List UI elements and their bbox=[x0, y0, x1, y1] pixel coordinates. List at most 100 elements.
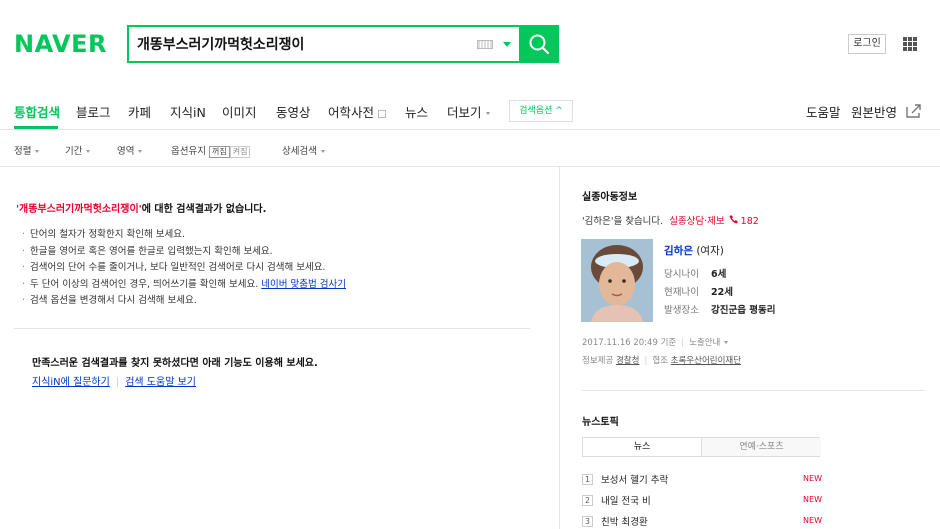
toggle-on-button[interactable]: 켜짐 bbox=[229, 145, 251, 158]
filter-detail[interactable]: 상세검색 bbox=[282, 143, 325, 157]
filter-area[interactable]: 영역 bbox=[117, 143, 143, 157]
tab-dictionary-label: 어학사전 bbox=[328, 105, 375, 120]
separator: | bbox=[681, 338, 685, 348]
autocomplete-toggle-icon[interactable] bbox=[503, 42, 511, 47]
phone-number[interactable]: 182 bbox=[741, 216, 759, 227]
tab-more-label: 더보기 bbox=[447, 105, 482, 120]
separator: | bbox=[644, 356, 648, 366]
search-tab-nav: 통합검색 블로그 카페 지식iN 이미지 동영상 어학사전 뉴스 더보기 검색옵… bbox=[0, 92, 940, 130]
column-divider bbox=[559, 167, 560, 529]
filter-period[interactable]: 기간 bbox=[65, 143, 91, 157]
tab-integrated[interactable]: 통합검색 bbox=[14, 102, 60, 121]
tab-image[interactable]: 이미지 bbox=[222, 102, 257, 121]
tip-item: 한글을 영어로 혹은 영어를 한글로 입력했는지 확인해 보세요. bbox=[22, 244, 346, 261]
exposure-info-link[interactable]: 노출안내 bbox=[689, 338, 720, 348]
active-tab-indicator bbox=[14, 126, 58, 129]
keyboard-icon[interactable] bbox=[477, 40, 493, 49]
tab-video[interactable]: 동영상 bbox=[276, 102, 311, 121]
news-topic-item[interactable]: 2 내일 전국 비 NEW bbox=[582, 493, 822, 509]
tab-dictionary[interactable]: 어학사전 bbox=[328, 102, 387, 121]
naver-logo[interactable]: NAVER bbox=[14, 30, 107, 58]
rank-number: 3 bbox=[582, 515, 593, 527]
child-photo[interactable] bbox=[581, 239, 653, 322]
new-badge: NEW bbox=[803, 474, 822, 483]
original-link[interactable]: 원본반영 bbox=[851, 102, 897, 121]
coop-link[interactable]: 초록우산어린이재단 bbox=[671, 356, 741, 366]
provider-link[interactable]: 경찰청 bbox=[616, 356, 639, 366]
tab-cafe[interactable]: 카페 bbox=[128, 102, 151, 121]
child-name-link[interactable]: 김하은 bbox=[664, 245, 693, 257]
news-tabs: 뉴스 연예·스포츠 bbox=[582, 437, 821, 457]
search-box bbox=[127, 25, 559, 63]
tip-item: 검색 옵션을 변경해서 다시 검색해 보세요. bbox=[22, 293, 346, 310]
chevron-down-icon bbox=[35, 150, 40, 153]
info-key: 당시나이 bbox=[664, 269, 699, 280]
info-row: 발생장소 강진군읍 평동리 bbox=[664, 302, 776, 316]
help-link[interactable]: 도움말 bbox=[806, 102, 841, 121]
apps-grid-icon[interactable] bbox=[903, 37, 917, 51]
info-value: 6세 bbox=[711, 269, 727, 280]
search-input[interactable] bbox=[137, 34, 467, 54]
keep-option: 옵션유지 꺼짐 켜짐 bbox=[171, 143, 251, 158]
tab-entertainment-sports[interactable]: 연예·스포츠 bbox=[702, 438, 821, 456]
dictionary-box-icon bbox=[378, 109, 387, 118]
filter-sort-label: 정렬 bbox=[14, 146, 32, 157]
tab-blog[interactable]: 블로그 bbox=[76, 102, 111, 121]
info-date-line: 2017.11.16 20:49 기준 | 노출안내 bbox=[582, 336, 729, 348]
filter-detail-label: 상세검색 bbox=[282, 146, 317, 157]
coop-label: 협조 bbox=[652, 356, 668, 366]
tips-list: 단어의 철자가 정확한지 확인해 보세요. 한글을 영어로 혹은 영어를 한글로… bbox=[22, 227, 346, 310]
no-result-suffix: 에 대한 검색결과가 없습니다. bbox=[141, 204, 267, 215]
rank-number: 2 bbox=[582, 494, 593, 506]
info-source-line: 정보제공 경찰청 | 협조 초록우산어린이재단 bbox=[582, 354, 741, 366]
search-button[interactable] bbox=[519, 25, 559, 63]
divider bbox=[582, 390, 925, 391]
filter-period-label: 기간 bbox=[65, 146, 83, 157]
search-option-button[interactable]: 검색옵션 ^ bbox=[509, 100, 573, 122]
tab-more[interactable]: 더보기 bbox=[447, 102, 490, 121]
missing-child-title: 실종아동정보 bbox=[582, 192, 638, 203]
no-result-message: '개똥부스러기까먹헛소리쟁이'에 대한 검색결과가 없습니다. bbox=[16, 200, 266, 215]
filter-area-label: 영역 bbox=[117, 146, 135, 157]
toggle-off-button[interactable]: 꺼짐 bbox=[209, 145, 230, 158]
chevron-down-icon bbox=[485, 112, 490, 115]
info-key: 발생장소 bbox=[664, 305, 699, 316]
tab-kin[interactable]: 지식iN bbox=[170, 102, 206, 121]
search-help-link[interactable]: 검색 도움말 보기 bbox=[125, 377, 196, 388]
child-gender: (여자) bbox=[696, 245, 724, 257]
query-text: '개똥부스러기까먹헛소리쟁이' bbox=[16, 204, 142, 215]
news-topic-item[interactable]: 1 보성서 헬기 추락 NEW bbox=[582, 472, 822, 488]
new-badge: NEW bbox=[803, 495, 822, 504]
phone-icon bbox=[729, 215, 738, 224]
news-topic-item[interactable]: 3 친박 최경환 NEW bbox=[582, 514, 822, 529]
missing-child-subtitle: '김하은'을 찾습니다. 실종상담·제보 182 bbox=[582, 213, 759, 227]
ask-kin-link[interactable]: 지식iN에 질문하기 bbox=[32, 377, 110, 388]
child-portrait-image bbox=[581, 239, 653, 322]
rank-number: 1 bbox=[582, 473, 593, 485]
chevron-down-icon bbox=[320, 150, 325, 153]
login-button[interactable]: 로그인 bbox=[848, 34, 886, 54]
news-topic-title-text: 친박 최경환 bbox=[601, 517, 648, 528]
news-topic-title-text: 내일 전국 비 bbox=[601, 496, 651, 507]
info-value: 22세 bbox=[711, 287, 733, 298]
new-badge: NEW bbox=[803, 516, 822, 525]
filter-sort[interactable]: 정렬 bbox=[14, 143, 40, 157]
chevron-down-icon bbox=[138, 150, 143, 153]
provider-label: 정보제공 bbox=[582, 356, 614, 366]
info-row: 당시나이 6세 bbox=[664, 266, 726, 280]
chevron-down-icon bbox=[86, 150, 91, 153]
news-topic-title: 뉴스토픽 bbox=[582, 417, 619, 428]
spell-check-link[interactable]: 네이버 맞춤법 검사기 bbox=[261, 279, 346, 290]
divider bbox=[14, 328, 530, 329]
report-link[interactable]: 실종상담·제보 bbox=[669, 216, 724, 227]
tab-news[interactable]: 뉴스 bbox=[405, 102, 428, 121]
suggest-links: 지식iN에 질문하기 | 검색 도움말 보기 bbox=[32, 373, 196, 388]
keep-option-label: 옵션유지 bbox=[171, 146, 206, 157]
info-key: 현재나이 bbox=[664, 287, 699, 298]
tab-news-topic[interactable]: 뉴스 bbox=[583, 438, 702, 456]
separator: | bbox=[115, 377, 120, 388]
tip-text: 두 단어 이상의 검색어인 경우, 띄어쓰기를 확인해 보세요. bbox=[30, 278, 259, 290]
filter-bar: 정렬 기간 영역 옵션유지 꺼짐 켜짐 상세검색 bbox=[0, 131, 940, 167]
share-icon[interactable] bbox=[905, 103, 923, 119]
find-text: '김하은'을 찾습니다. bbox=[582, 216, 664, 227]
